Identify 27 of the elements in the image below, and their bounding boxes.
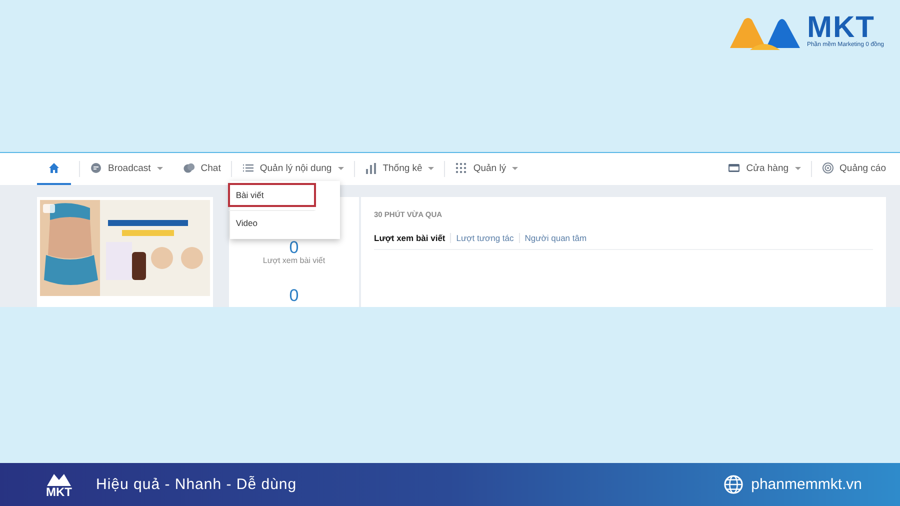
nav-menu-item[interactable]: Cửa hàng (726, 153, 803, 185)
slogan: Hiệu quả - Nhanh - Dễ dùng (96, 476, 297, 493)
list-icon (242, 162, 254, 174)
panel-tab[interactable]: Lượt xem bài viết (374, 233, 450, 243)
grid-icon (455, 162, 468, 174)
website-url: phanmemmkt.vn (751, 476, 862, 493)
stat-label: Lượt xem bài viết (262, 256, 326, 265)
target-icon (822, 162, 834, 174)
chat-bubble-icon (90, 162, 102, 174)
nav-menu-item[interactable]: Quảng cáo (820, 153, 888, 185)
brand-name: MKT (806, 14, 875, 42)
nav-menu-item[interactable]: Broadcast (88, 153, 165, 185)
globe-icon (724, 475, 744, 494)
store-icon (728, 162, 740, 174)
stat-value: 0 (289, 287, 299, 304)
nav-menu-item[interactable]: Thống kê (362, 153, 436, 185)
panel-tab[interactable]: Người quan tâm (518, 233, 592, 243)
menu-item[interactable]: Bài viết (228, 183, 316, 207)
home-icon (48, 162, 60, 174)
nav-menu-item[interactable]: Chat (180, 153, 223, 185)
bar-chart-icon (364, 162, 377, 174)
footer-logo-text: MKT (46, 486, 72, 498)
chat-bubble-icon (182, 162, 195, 174)
panel-tab[interactable]: Lượt tương tác (450, 233, 519, 243)
mountain-logo-icon (45, 472, 73, 486)
nav-menu-item[interactable]: Quản lý (453, 153, 520, 185)
stat-value: 0 (289, 239, 299, 256)
